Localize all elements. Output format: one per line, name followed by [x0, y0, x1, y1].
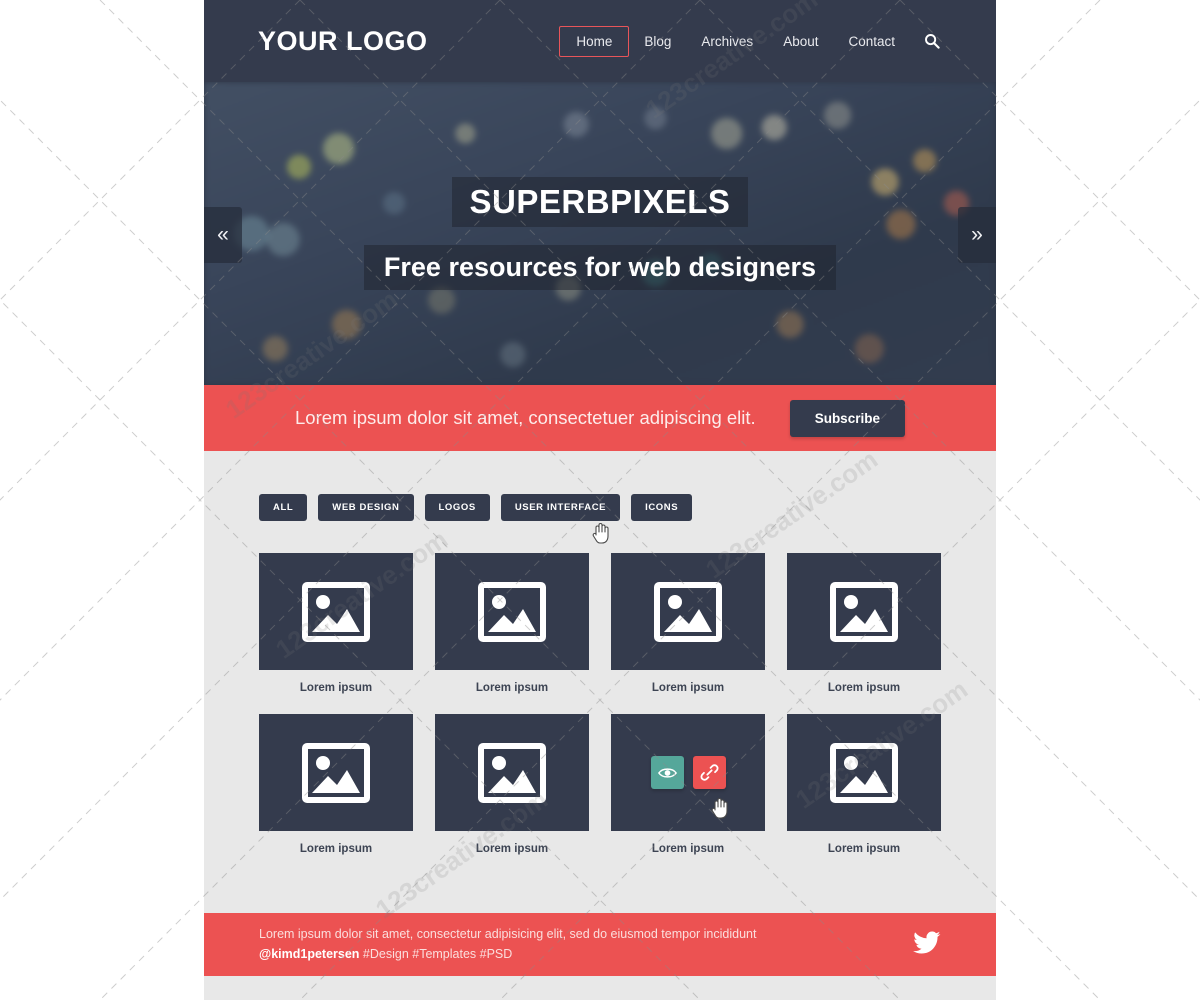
nav-item-about[interactable]: About — [768, 26, 833, 57]
footer-twitter-handle[interactable]: @kimd1petersen — [259, 947, 359, 961]
preview-button[interactable] — [650, 756, 684, 789]
portfolio-thumbnail[interactable] — [435, 553, 589, 670]
search-icon[interactable] — [922, 31, 942, 51]
website-canvas: YOUR LOGO Home Blog Archives About Conta… — [204, 0, 996, 1000]
twitter-icon[interactable] — [913, 930, 941, 959]
portfolio-grid: Lorem ipsum Lorem ipsum Lorem ipsum Lore… — [259, 553, 941, 855]
subscribe-button[interactable]: Subscribe — [789, 399, 905, 437]
portfolio-item[interactable]: Lorem ipsum — [435, 714, 589, 855]
image-placeholder-icon — [478, 581, 546, 642]
portfolio-hover-actions — [650, 756, 726, 789]
nav-item-archives[interactable]: Archives — [686, 26, 768, 57]
portfolio-thumbnail[interactable] — [259, 714, 413, 831]
portfolio-caption: Lorem ipsum — [475, 843, 549, 855]
footer-tweet-text: Lorem ipsum dolor sit amet, consectetur … — [259, 927, 757, 942]
site-logo[interactable]: YOUR LOGO — [258, 26, 428, 57]
subscribe-bar: Lorem ipsum dolor sit amet, consectetuer… — [204, 385, 996, 451]
portfolio-caption: Lorem ipsum — [299, 682, 373, 694]
portfolio-caption: Lorem ipsum — [827, 682, 901, 694]
portfolio-caption: Lorem ipsum — [299, 843, 373, 855]
portfolio-filters: ALL WEB DESIGN LOGOS USER INTERFACE ICON… — [259, 494, 941, 521]
filter-all[interactable]: ALL — [259, 494, 308, 521]
portfolio-thumbnail[interactable] — [787, 553, 941, 670]
portfolio-caption: Lorem ipsum — [475, 682, 549, 694]
portfolio-item[interactable]: Lorem ipsum — [787, 553, 941, 694]
portfolio-item[interactable]: Lorem ipsum — [259, 714, 413, 855]
portfolio-item[interactable]: Lorem ipsum — [259, 553, 413, 694]
nav-item-home[interactable]: Home — [559, 25, 630, 57]
nav-item-contact[interactable]: Contact — [833, 26, 910, 57]
filter-icons[interactable]: ICONS — [631, 494, 693, 521]
portfolio-caption: Lorem ipsum — [651, 843, 725, 855]
portfolio-item[interactable]: Lorem ipsum — [787, 714, 941, 855]
subscribe-text: Lorem ipsum dolor sit amet, consectetuer… — [295, 407, 756, 428]
link-button[interactable] — [692, 756, 726, 789]
filter-web-design[interactable]: WEB DESIGN — [318, 494, 414, 521]
hero-slider: SUPERBPIXELS Free resources for web desi… — [204, 82, 996, 385]
page-root: YOUR LOGO Home Blog Archives About Conta… — [0, 0, 1200, 1000]
link-chain-icon — [700, 764, 718, 781]
footer-twitter-feed: Lorem ipsum dolor sit amet, consectetur … — [259, 925, 756, 964]
portfolio-thumbnail[interactable] — [259, 553, 413, 670]
footer-hashtags[interactable]: #Design #Templates #PSD — [363, 947, 512, 961]
footer-bottom-strip — [204, 976, 996, 998]
hero-content: SUPERBPIXELS Free resources for web desi… — [204, 82, 996, 385]
site-footer: Lorem ipsum dolor sit amet, consectetur … — [204, 913, 996, 976]
image-placeholder-icon — [302, 742, 370, 803]
image-placeholder-icon — [478, 742, 546, 803]
portfolio-item[interactable]: Lorem ipsum — [435, 553, 589, 694]
portfolio-caption: Lorem ipsum — [827, 843, 901, 855]
portfolio-item-hovered[interactable]: Lorem ipsum — [611, 714, 765, 855]
portfolio-thumbnail[interactable] — [787, 714, 941, 831]
portfolio-caption: Lorem ipsum — [651, 682, 725, 694]
filter-logos[interactable]: LOGOS — [424, 494, 490, 521]
hero-subtitle: Free resources for web designers — [363, 244, 837, 290]
image-placeholder-icon — [654, 581, 722, 642]
portfolio-section: ALL WEB DESIGN LOGOS USER INTERFACE ICON… — [204, 451, 996, 913]
carousel-prev-button[interactable]: « — [204, 207, 242, 263]
portfolio-thumbnail[interactable] — [435, 714, 589, 831]
filter-user-interface[interactable]: USER INTERFACE — [500, 494, 621, 521]
eye-icon — [657, 767, 677, 778]
image-placeholder-icon — [302, 581, 370, 642]
main-navigation: Home Blog Archives About Contact — [559, 25, 942, 57]
hero-title: SUPERBPIXELS — [451, 177, 749, 227]
footer-meta-line: @kimd1petersen #Design #Templates #PSD — [259, 945, 756, 964]
image-placeholder-icon — [830, 581, 898, 642]
image-placeholder-icon — [830, 742, 898, 803]
portfolio-thumbnail-hover-overlay[interactable] — [611, 714, 765, 831]
site-header: YOUR LOGO Home Blog Archives About Conta… — [204, 0, 996, 82]
portfolio-thumbnail[interactable] — [611, 553, 765, 670]
nav-item-blog[interactable]: Blog — [629, 26, 686, 57]
carousel-next-button[interactable]: » — [958, 207, 996, 263]
portfolio-item[interactable]: Lorem ipsum — [611, 553, 765, 694]
